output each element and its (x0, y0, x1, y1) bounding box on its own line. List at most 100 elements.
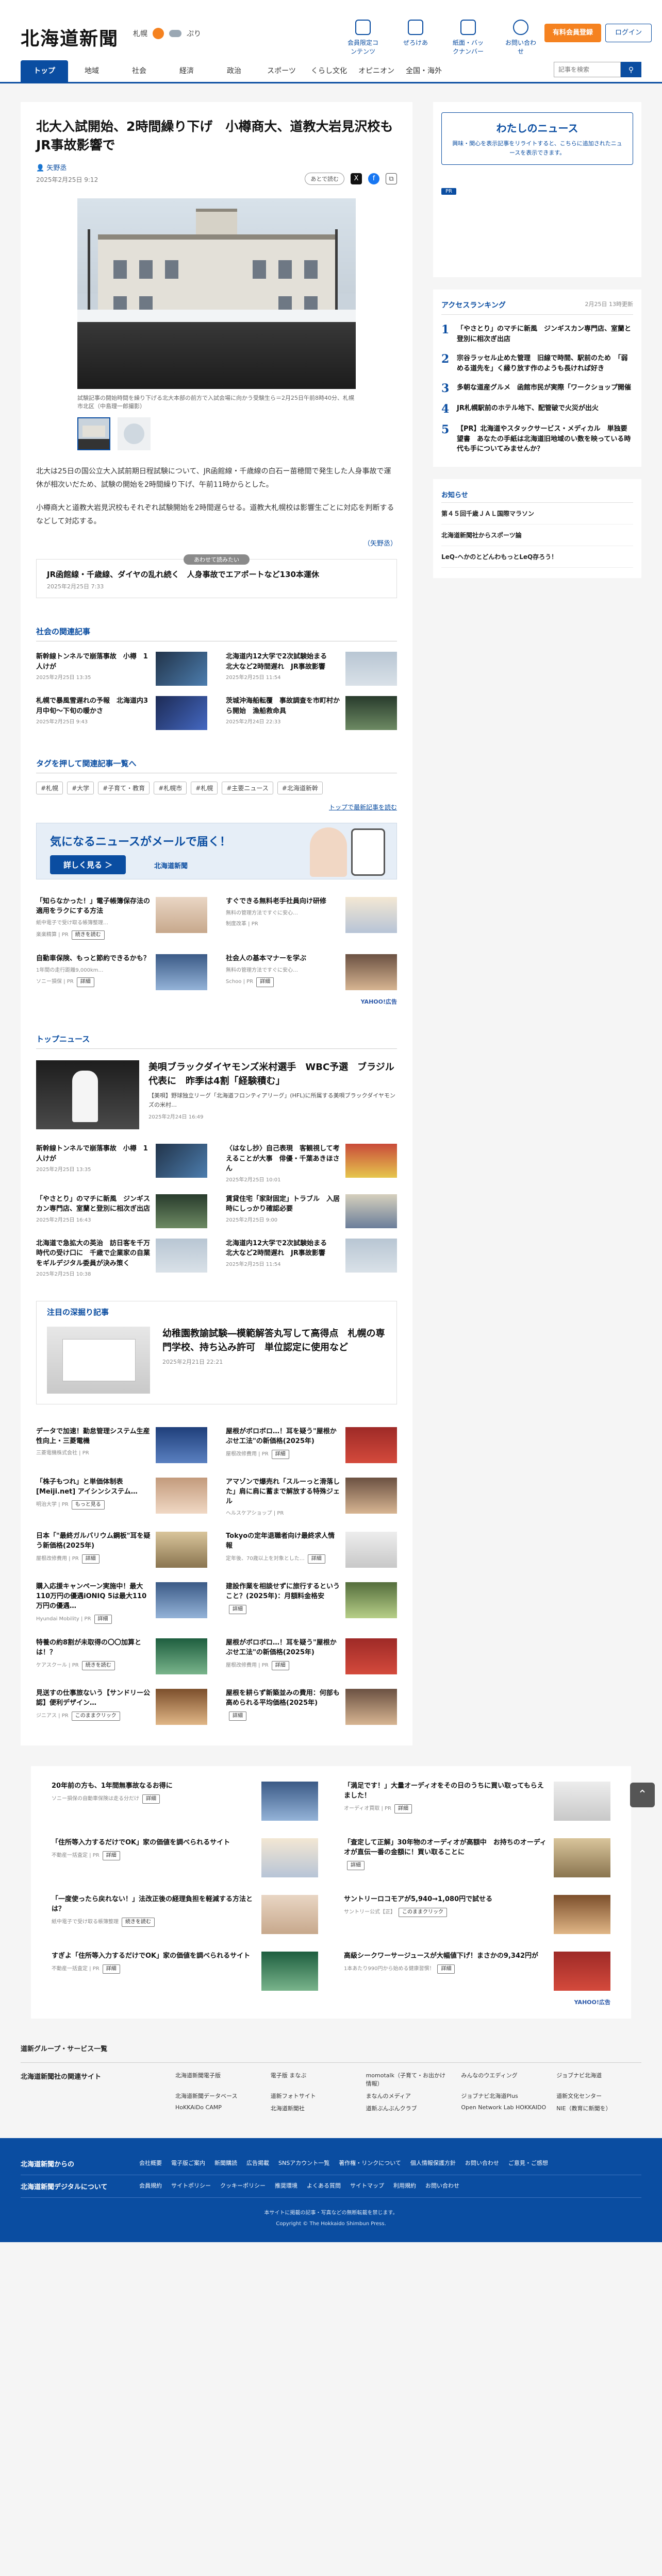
ad-cta-button[interactable]: 続きを読む (71, 930, 105, 940)
ad-item[interactable]: 建設作業を相談せずに旅行するということ？(2025年)：月額料金格安 詳細 (226, 1582, 397, 1624)
ad-item[interactable]: Tokyoの定年退職者向け最終求人情報 定年後、70歳以上を対象とした… 詳細 (226, 1532, 397, 1568)
ranking-item[interactable]: 1 「やさとり」のマチに新風 ジンギスカン専門店、室蘭と登別に相次ぎ出店 (441, 324, 633, 344)
ad-item[interactable]: 「知らなかった！」電子帳簿保存法の適用をラクにする方法 紙中電子で受け取る帳簿整… (36, 897, 207, 940)
ad-cta-button[interactable]: 詳細 (271, 1449, 289, 1460)
newsletter-banner[interactable]: 気になるニュースがメールで届く！ 詳しく見る ＞ 北海道新聞 (36, 823, 397, 880)
footer-link[interactable]: お問い合わせ (425, 2181, 459, 2191)
header-link-member-content[interactable]: 会員限定コンテンツ (345, 20, 380, 56)
footer-link[interactable]: 個人情報保護方針 (410, 2159, 456, 2168)
ad-item[interactable]: 高級シークワーサージュースが大幅値下げ！まさかの9,342円が 1本あたり990円… (344, 1952, 610, 1991)
top-news-item[interactable]: 北海道内12大学で2次試験始まる 北大など2時間遅れ JR事故影響 2025年2月… (226, 1238, 397, 1279)
ad-item[interactable]: データで加速！勤怠管理システム生産性向上・三菱電機 三菱電機株式会社 | PR (36, 1427, 207, 1464)
group-link[interactable]: momotalk（子育て・お出かけ情報） (366, 2071, 451, 2088)
ad-cta-button[interactable]: 詳細 (229, 1711, 246, 1721)
nav-tab-life-culture[interactable]: くらし文化 (305, 60, 353, 82)
group-link[interactable]: 電子版 まなぶ (271, 2071, 356, 2088)
ad-item[interactable]: 特養の約8割が未取得の〇〇加算とは！？ ケアスクール | PR 続きを読む (36, 1638, 207, 1675)
footer-link[interactable]: よくある質問 (307, 2181, 341, 2191)
scroll-top-button[interactable]: ⌃ (630, 1783, 655, 1807)
ad-item[interactable]: 「住所等入力するだけでOK」家の価値を調べられるサイト 不動産一括査定 | PR 詳… (52, 1838, 318, 1878)
copy-link-icon[interactable]: ⧉ (386, 173, 397, 184)
footer-link[interactable]: 利用規約 (393, 2181, 416, 2191)
group-link[interactable]: 道新ぶんぶんクラブ (366, 2104, 451, 2112)
top-latest-link[interactable]: トップで最新記事を読む (36, 803, 397, 811)
notice-item[interactable]: 第４５回千歳ＪＡＬ国際マラソン (441, 503, 633, 524)
ad-cta-button[interactable]: 詳細 (94, 1614, 112, 1624)
top-news-lead[interactable]: 美唄ブラックダイヤモンズ米村選手 WBC予選 ブラジル代表に 昨季は4割「経験積… (36, 1060, 397, 1130)
footer-link[interactable]: 電子版ご案内 (171, 2159, 205, 2168)
top-news-item[interactable]: 〈はなし抄〉自己表現 客観視して考えることが大事 俳優・千葉あきほさん 2025年… (226, 1144, 397, 1184)
footer-link[interactable]: 推奨環境 (275, 2181, 297, 2191)
ad-item[interactable]: すぐできる無料老手社員向け研修 無料の管理方法ですぐに安心… 制度改革 | PR (226, 897, 397, 940)
ad-cta-button[interactable]: 詳細 (347, 1860, 365, 1871)
tag-chip[interactable]: #大学 (67, 782, 94, 795)
group-link[interactable]: 北海道新聞データベース (175, 2092, 260, 2100)
tag-chip[interactable]: #札幌 (36, 782, 63, 795)
facebook-share-icon[interactable]: f (368, 173, 379, 184)
nav-tab-region[interactable]: 地域 (68, 60, 115, 82)
ranking-item[interactable]: 3 多朝な道産グルメ 函館市民が実際「ワークショップ開催 (441, 383, 633, 394)
photo-thumbnail[interactable] (77, 417, 110, 450)
nav-tab-society[interactable]: 社会 (115, 60, 163, 82)
ad-cta-button[interactable]: 詳細 (307, 1554, 325, 1564)
notice-item[interactable]: LeQ-ヘかのとどんわもっとLeQ存ろう！ (441, 546, 633, 568)
search-button[interactable]: ⚲ (621, 62, 641, 77)
ad-item[interactable]: 社会人の基本マナーを学ぶ 無料の管理方法ですぐに安心… Schoo | PR 詳細 (226, 954, 397, 991)
footer-link[interactable]: SNSアカウント一覧 (278, 2159, 329, 2168)
group-link[interactable]: みんなのウエディング (461, 2071, 546, 2088)
ad-item[interactable]: サントリーロコモアが5,940→1,080円で試せる サントリー公式【正】 このまま… (344, 1895, 610, 1935)
group-link[interactable]: NIE（教育に新聞を） (556, 2104, 641, 2112)
deep-dive-box[interactable]: 注目の深掘り記事 幼稚園教諭試験―模範解答丸写して高得点 札幌の専門学校、持ち込… (36, 1301, 397, 1405)
ad-cta-button[interactable]: 続きを読む (81, 1660, 115, 1671)
tag-chip[interactable]: #主要ニュース (222, 782, 273, 795)
login-button[interactable]: ログイン (605, 24, 652, 42)
group-link[interactable]: 道新フォトサイト (271, 2092, 356, 2100)
search-input[interactable] (554, 62, 621, 77)
related-item[interactable]: 新幹線トンネルで崩落事故 小樽 1人けが 2025年2月25日 13:35 (36, 652, 207, 686)
related-item[interactable]: 札幌で暴風雪遅れの予報 北海道内3月中旬～下旬の暖かさ 2025年2月25日 9:… (36, 696, 207, 731)
top-news-item[interactable]: 新幹線トンネルで崩落事故 小樽 1人けが 2025年2月25日 13:35 (36, 1144, 207, 1184)
ad-cta-button[interactable]: 詳細 (437, 1964, 455, 1974)
top-news-item[interactable]: 賃貸住宅「家財固定」トラブル 入居時にしっかり確認必要 2025年2月25日 9:… (226, 1194, 397, 1228)
footer-link[interactable]: ご意見・ご感想 (508, 2159, 548, 2168)
ad-cta-button[interactable]: 詳細 (142, 1794, 160, 1804)
ad-item[interactable]: 20年前の方も、1年間無事故なるお得に ソニー損保の自動車保険は走る分だけ 詳細 (52, 1782, 318, 1821)
yahoo-ads-label[interactable]: YAHOO!広告 (52, 1998, 610, 2006)
group-link[interactable]: ジョブナビ北海道Plus (461, 2092, 546, 2100)
ad-item[interactable]: 屋根がボロボロ…！耳を疑う"屋根かぶせ工法"の新価格(2025年) 屋根改修費用 … (226, 1638, 397, 1675)
ad-item[interactable]: 日本「"最終ガルバリウム鋼板"耳を疑う新価格(2025年) 屋根改修費用 | PR… (36, 1532, 207, 1568)
tag-chip[interactable]: #北海道新幹 (277, 782, 323, 795)
save-later-button[interactable]: あとで読む (305, 172, 344, 185)
ad-item[interactable]: 「株子もつれ」と単価体制表[Meiji.net] アイシンシステム… 明治大学 |… (36, 1478, 207, 1517)
header-link-contact[interactable]: お問い合わせ (503, 20, 538, 56)
group-link[interactable]: 北海道新聞電子版 (175, 2071, 260, 2088)
group-link[interactable]: HoKKAiDo CAMP (175, 2104, 260, 2112)
ad-cta-button[interactable]: 詳細 (76, 977, 94, 987)
footer-link[interactable]: サイトマップ (350, 2181, 384, 2191)
ad-cta-button[interactable]: 詳細 (256, 977, 274, 987)
ad-cta-button[interactable]: 続きを読む (122, 1917, 155, 1927)
nav-tab-sports[interactable]: スポーツ (258, 60, 305, 82)
ad-item[interactable]: 「一度使ったら戻れない！」法改正後の経理負担を軽減する方法とは？ 紙中電子で受け取… (52, 1895, 318, 1935)
ad-item[interactable]: 購入応援キャンペーン実施中！最大110万円の優遇iONIQ 5は最大110万円の… (36, 1582, 207, 1624)
top-news-item[interactable]: 北海道で急拡大の英治 訪日客を千万時代の受け口に 千歳で企業家の自業をギルデジタ… (36, 1238, 207, 1279)
nav-tab-economy[interactable]: 経済 (163, 60, 210, 82)
tag-chip[interactable]: #子育て・教育 (98, 782, 150, 795)
ad-cta-button[interactable]: もっと見る (71, 1500, 105, 1510)
footer-link[interactable]: お問い合わせ (465, 2159, 499, 2168)
ad-cta-button[interactable]: 詳細 (394, 1804, 412, 1814)
nav-tab-national-world[interactable]: 全国・海外 (400, 60, 448, 82)
group-link[interactable]: Open Network Lab HOKKAIDO (461, 2104, 546, 2112)
related-item[interactable]: 北海道内12大学で2次試験始まる 北大など2時間遅れ JR事故影響 2025年2月… (226, 652, 397, 686)
article-hero-photo[interactable] (77, 198, 356, 389)
ranking-item[interactable]: 4 JR札幌駅前のホテル地下、配管破で火災が出火 (441, 403, 633, 415)
tag-chip[interactable]: #札幌市 (154, 782, 187, 795)
photo-thumbnail[interactable] (118, 417, 151, 450)
x-share-icon[interactable]: X (351, 173, 362, 184)
ad-cta-button[interactable]: このままクリック (71, 1711, 120, 1721)
ad-item[interactable]: 「満足です！」大量オーディオをその日のうちに買い取ってもらえました！ オーディオ買… (344, 1782, 610, 1821)
ad-cta-button[interactable]: 詳細 (102, 1964, 120, 1974)
tag-chip[interactable]: #札幌 (191, 782, 218, 795)
read-also-box[interactable]: あわせて読みたい JR函館線・千歳線、ダイヤの乱れ続く 人身事故でエアポートなど… (36, 554, 397, 599)
top-news-item[interactable]: 「やさとり」のマチに新風 ジンギスカン専門店、室蘭と登別に相次ぎ出店 2025年2… (36, 1194, 207, 1228)
